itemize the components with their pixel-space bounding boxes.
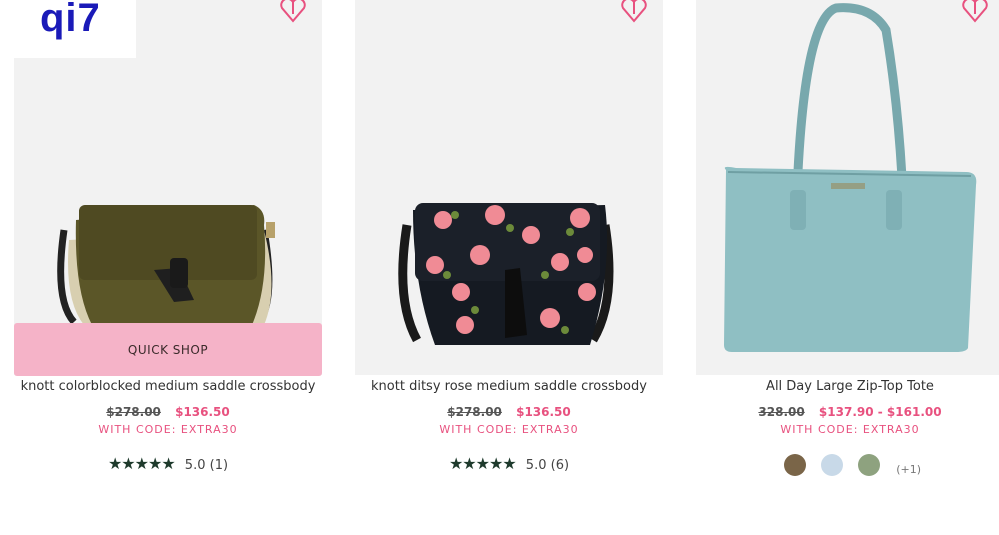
color-swatches: (+1) xyxy=(696,454,999,476)
more-colors-link[interactable]: (+1) xyxy=(896,463,921,476)
logo: qi7 xyxy=(0,0,136,58)
promo-code: WITH CODE: EXTRA30 xyxy=(439,423,579,436)
star-rating-icon: ★★★★★ xyxy=(448,454,517,473)
star-rating-icon: ★★★★★ xyxy=(107,454,176,473)
product-title[interactable]: knott ditsy rose medium saddle crossbody xyxy=(355,379,663,394)
color-swatch-green[interactable] xyxy=(858,454,881,476)
rating-value: 5.0 xyxy=(184,458,206,473)
bag-illustration-rose xyxy=(398,203,614,345)
price-row: 328.00 $137.90 - $161.00 xyxy=(696,405,999,419)
quick-shop-button[interactable]: QUICK SHOP xyxy=(14,323,322,376)
product-image[interactable] xyxy=(696,0,999,375)
bag-illustration-tote xyxy=(724,3,977,352)
color-swatch-lightblue[interactable] xyxy=(821,454,844,476)
logo-text: qi7 xyxy=(40,0,101,40)
heart-icon[interactable] xyxy=(278,0,308,24)
original-price: $278.00 xyxy=(106,405,161,419)
rating[interactable]: ★★★★★ 5.0 (1) xyxy=(14,454,322,473)
heart-icon[interactable] xyxy=(619,0,649,24)
product-title[interactable]: knott colorblocked medium saddle crossbo… xyxy=(14,379,322,394)
review-count: (1) xyxy=(209,458,229,473)
rating-value: 5.0 xyxy=(525,458,547,473)
product-card[interactable]: knott ditsy rose medium saddle crossbody… xyxy=(355,0,663,535)
color-swatch-brown[interactable] xyxy=(783,454,806,476)
sale-price: $137.90 - $161.00 xyxy=(818,405,942,419)
rating[interactable]: ★★★★★ 5.0 (6) xyxy=(355,454,663,473)
price-row: $278.00 $136.50 xyxy=(14,405,322,419)
promo-code: WITH CODE: EXTRA30 xyxy=(98,423,238,436)
review-count: (6) xyxy=(550,458,570,473)
promo-code: WITH CODE: EXTRA30 xyxy=(780,423,920,436)
sale-price: $136.50 xyxy=(516,405,571,419)
product-title[interactable]: All Day Large Zip-Top Tote xyxy=(696,379,999,394)
sale-price: $136.50 xyxy=(175,405,230,419)
price-row: $278.00 $136.50 xyxy=(355,405,663,419)
original-price: 328.00 xyxy=(758,405,805,419)
product-image[interactable] xyxy=(355,0,663,375)
heart-icon[interactable] xyxy=(960,0,990,24)
original-price: $278.00 xyxy=(447,405,502,419)
product-card[interactable]: All Day Large Zip-Top Tote 328.00 $137.9… xyxy=(696,0,999,535)
product-card[interactable]: QUICK SHOP knott colorblocked medium sad… xyxy=(14,0,322,535)
